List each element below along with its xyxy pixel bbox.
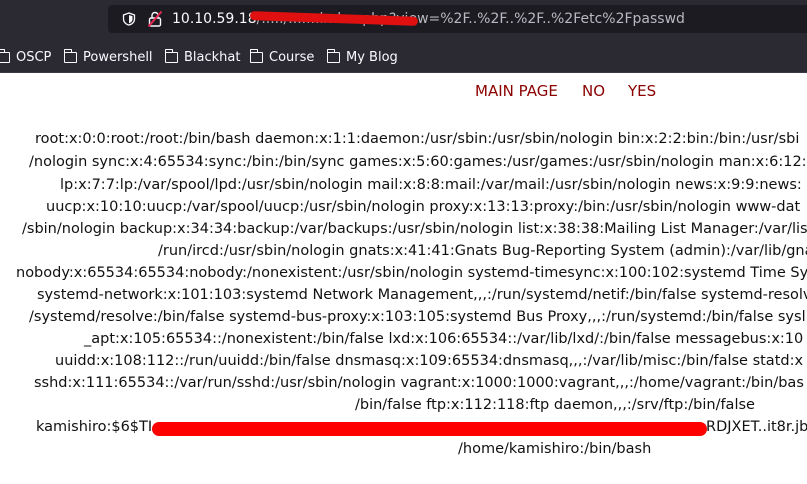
hash-redaction — [152, 422, 707, 436]
passwd-line: nobody:x:65534:65534:nobody:/nonexistent… — [16, 265, 807, 281]
passwd-line: systemd-network:x:101:103:systemd Networ… — [37, 287, 807, 303]
folder-icon — [326, 48, 340, 63]
insecure-lock-icon[interactable] — [148, 11, 162, 27]
bookmark-blackhat[interactable]: Blackhat — [164, 48, 241, 66]
folder-icon — [63, 48, 77, 63]
folder-icon — [249, 48, 263, 63]
passwd-line: uuidd:x:108:112::/run/uuidd:/bin/false d… — [55, 353, 804, 369]
passwd-line: uucp:x:10:10:uucp:/var/spool/uucp:/usr/s… — [46, 199, 801, 215]
bookmark-label: My Blog — [346, 49, 398, 65]
nav-main-page-link[interactable]: MAIN PAGE — [475, 82, 558, 100]
nav-yes-link[interactable]: YES — [628, 82, 656, 100]
bookmark-label: Course — [269, 49, 315, 65]
passwd-line: RDJXET..it8r.jbm — [706, 419, 807, 435]
passwd-line: root:x:0:0:root:/root:/bin/bash daemon:x… — [35, 131, 800, 147]
url-text[interactable]: 10.10.59.18/...../.......index.php?view=… — [172, 11, 685, 27]
bookmark-oscp[interactable]: OSCP — [0, 48, 51, 66]
bookmark-label: Blackhat — [184, 49, 241, 65]
passwd-line: kamishiro:$6$TI — [36, 419, 153, 435]
bookmark-powershell[interactable]: Powershell — [63, 48, 153, 66]
passwd-line: /run/ircd:/usr/sbin/nologin gnats:x:41:4… — [158, 243, 807, 259]
passwd-line: lp:x:7:7:lp:/var/spool/lpd:/usr/sbin/nol… — [60, 177, 802, 193]
shield-icon[interactable] — [122, 12, 136, 26]
passwd-line: _apt:x:105:65534::/nonexistent:/bin/fals… — [84, 331, 804, 347]
passwd-line: /systemd/resolve:/bin/false systemd-bus-… — [29, 309, 806, 325]
folder-icon — [0, 48, 10, 63]
passwd-line: /nologin sync:x:4:65534:sync:/bin:/bin/s… — [29, 154, 807, 170]
bookmark-course[interactable]: Course — [249, 48, 315, 66]
passwd-line: sshd:x:111:65534::/var/run/sshd:/usr/sbi… — [34, 375, 804, 391]
url-host: 10.10.59.18 — [172, 11, 257, 27]
bookmark-label: OSCP — [16, 49, 52, 65]
passwd-line: /home/kamishiro:/bin/bash — [458, 441, 652, 457]
passwd-line: /sbin/nologin backup:x:34:34:backup:/var… — [22, 221, 807, 237]
bookmark-my-blog[interactable]: My Blog — [326, 48, 398, 66]
nav-no-link[interactable]: NO — [582, 82, 605, 100]
passwd-line: /bin/false ftp:x:112:118:ftp daemon,,,:/… — [355, 397, 755, 413]
bookmark-label: Powershell — [83, 49, 153, 65]
folder-icon — [164, 48, 178, 63]
